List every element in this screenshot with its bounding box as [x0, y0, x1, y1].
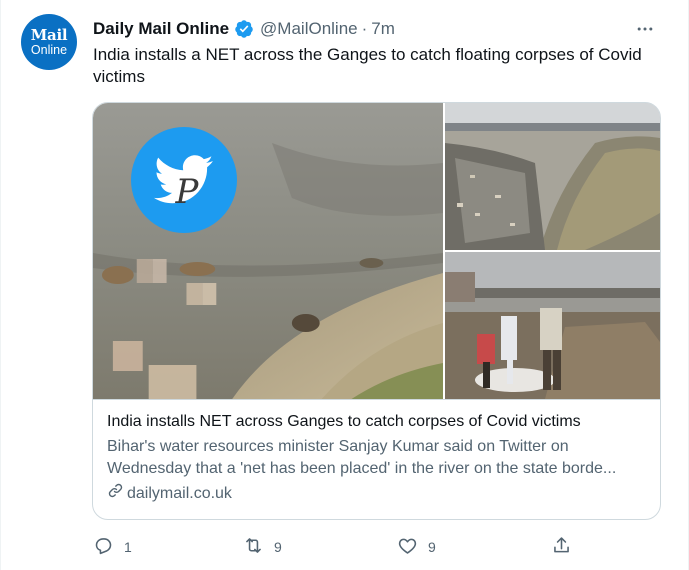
avatar[interactable]: Mail Online	[21, 14, 77, 70]
card-media[interactable]: P	[93, 103, 660, 399]
card-image-main[interactable]: P	[93, 103, 443, 399]
card-image-top-right[interactable]	[445, 103, 660, 250]
author-handle[interactable]: @MailOnline	[260, 18, 358, 40]
retweet-button[interactable]: 9	[243, 534, 282, 560]
verified-badge-icon	[234, 19, 254, 39]
share-button[interactable]	[551, 534, 572, 560]
card-image-column	[445, 103, 660, 399]
twitter-bird-watermark-icon: P	[129, 125, 239, 235]
reply-icon	[93, 535, 114, 559]
retweet-count: 9	[274, 539, 282, 555]
author-name[interactable]: Daily Mail Online	[93, 18, 229, 40]
watermark-letter: P	[175, 172, 200, 212]
card-image-bottom-right[interactable]	[445, 252, 660, 399]
card-domain-text: dailymail.co.uk	[127, 485, 232, 502]
like-icon	[397, 535, 418, 559]
reply-count: 1	[124, 539, 132, 555]
card-body[interactable]: India installs NET across Ganges to catc…	[93, 399, 660, 519]
card-domain[interactable]: dailymail.co.uk	[107, 482, 646, 506]
like-button[interactable]: 9	[397, 534, 436, 560]
card-title[interactable]: India installs NET across Ganges to catc…	[107, 412, 646, 432]
link-icon	[107, 482, 124, 506]
like-count: 9	[428, 539, 436, 555]
share-icon	[551, 535, 572, 559]
link-card[interactable]: P India installs NET across Ganges to ca…	[92, 102, 661, 520]
retweet-icon	[243, 535, 264, 559]
tweet-container[interactable]: Mail Online Daily Mail Online @MailOnlin…	[0, 0, 689, 570]
separator-dot: ·	[361, 19, 368, 38]
card-description: Bihar's water resources minister Sanjay …	[107, 438, 617, 477]
tweet-header: Daily Mail Online @MailOnline · 7m	[93, 18, 395, 40]
avatar-logo-line1: Mail	[30, 25, 68, 44]
tweet-timestamp[interactable]: 7m	[371, 18, 395, 40]
more-horizontal-icon[interactable]	[634, 20, 656, 38]
tweet-actions: 1 9 9	[93, 534, 583, 560]
avatar-logo-line2: Online	[30, 42, 68, 57]
reply-button[interactable]: 1	[93, 534, 132, 560]
tweet-text: India installs a NET across the Ganges t…	[93, 45, 642, 86]
